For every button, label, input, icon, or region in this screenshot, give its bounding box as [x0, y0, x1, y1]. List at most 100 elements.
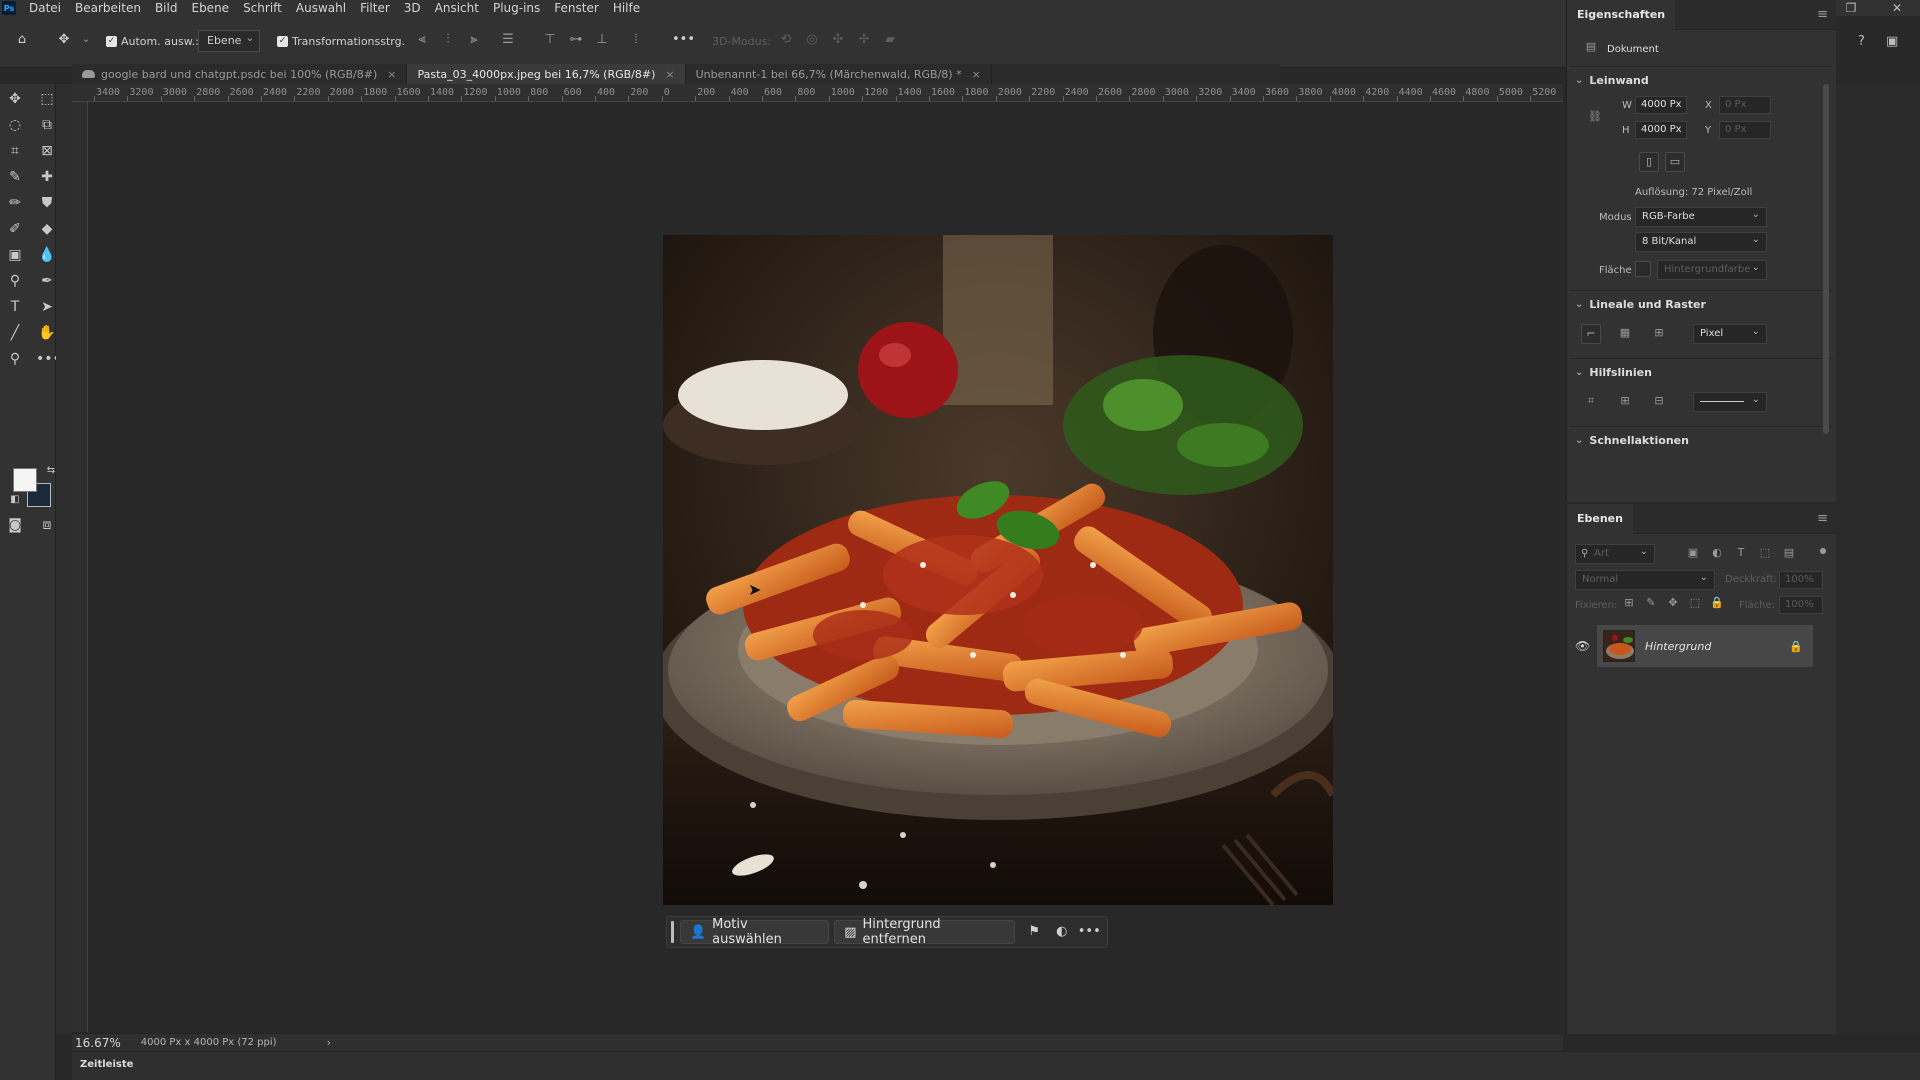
- line-tool-icon[interactable]: ╱: [4, 322, 26, 344]
- grid-icon[interactable]: ▦: [1615, 324, 1635, 344]
- gradient-tool-icon[interactable]: ▣: [4, 244, 26, 266]
- pin-icon[interactable]: ⚑: [1020, 920, 1048, 944]
- auto-select-dropdown[interactable]: Ebene: [198, 28, 261, 52]
- height-field[interactable]: 4000 Px: [1635, 121, 1687, 139]
- home-icon[interactable]: ⌂: [14, 32, 30, 48]
- menu-bearbeiten[interactable]: Bearbeiten: [68, 0, 148, 16]
- ruler-unit-dropdown[interactable]: Pixel: [1693, 323, 1767, 344]
- menu-schrift[interactable]: Schrift: [236, 0, 289, 16]
- link-icon[interactable]: ⛓: [1585, 108, 1605, 128]
- canvas-section-header[interactable]: ⌄ Leinwand: [1575, 74, 1649, 87]
- pixel-grid-icon[interactable]: ⊞: [1649, 324, 1669, 344]
- menu-bild[interactable]: Bild: [148, 0, 185, 16]
- pen-tool-icon[interactable]: ✒: [36, 270, 58, 292]
- distribute-icon[interactable]: ☰: [500, 32, 516, 48]
- close-tab-icon[interactable]: ×: [972, 68, 981, 81]
- panel-menu-icon[interactable]: ≡: [1817, 7, 1828, 22]
- new-guide-icon[interactable]: ⊞: [1615, 392, 1635, 412]
- clone-stamp-tool-icon[interactable]: ⛊: [36, 192, 58, 214]
- eyedropper-tool-icon[interactable]: ✎: [4, 166, 26, 188]
- lock-position-icon[interactable]: ✥: [1663, 594, 1683, 614]
- align-center-h-icon[interactable]: ⫶: [440, 32, 456, 48]
- brush-tool-icon[interactable]: ✏: [4, 192, 26, 214]
- layer-filter-search[interactable]: ⚲ Art: [1575, 543, 1655, 564]
- tab-layers[interactable]: Ebenen: [1567, 503, 1633, 534]
- align-left-icon[interactable]: ⫷: [414, 32, 430, 48]
- zoom-tool-icon[interactable]: ⚲: [4, 348, 26, 370]
- menu-ansicht[interactable]: Ansicht: [428, 0, 486, 16]
- move-tool-preset-icon[interactable]: ✥: [56, 32, 72, 48]
- filter-pixel-icon[interactable]: ▣: [1683, 544, 1703, 564]
- transform-controls-checkbox[interactable]: ✓ Transformationsstrg.: [277, 30, 405, 52]
- menu-fenster[interactable]: Fenster: [547, 0, 606, 16]
- menu-datei[interactable]: Datei: [22, 0, 68, 16]
- color-mode-dropdown[interactable]: RGB-Farbe: [1635, 206, 1767, 227]
- healing-brush-tool-icon[interactable]: ✚: [36, 166, 58, 188]
- blend-mode-dropdown[interactable]: Normal: [1575, 569, 1715, 590]
- width-field[interactable]: 4000 Px: [1635, 96, 1687, 114]
- align-right-icon[interactable]: ⫸: [466, 32, 482, 48]
- x-field[interactable]: 0 Px: [1719, 96, 1771, 114]
- frame-tool-icon[interactable]: ⊠: [36, 140, 58, 162]
- filter-shape-icon[interactable]: ⬚: [1755, 544, 1775, 564]
- layer-row-hintergrund[interactable]: Hintergrund 🔒: [1597, 625, 1813, 667]
- more-tools-icon[interactable]: •••: [36, 348, 61, 370]
- guide-layout-icon[interactable]: ⊟: [1649, 392, 1669, 412]
- close-window-icon[interactable]: ✕: [1874, 0, 1920, 16]
- help-icon[interactable]: ?: [1858, 34, 1874, 50]
- portrait-orientation-icon[interactable]: ▯: [1639, 152, 1659, 172]
- menu-3d[interactable]: 3D: [397, 0, 428, 16]
- filter-smart-object-icon[interactable]: ▤: [1779, 544, 1799, 564]
- close-tab-icon[interactable]: ×: [665, 68, 674, 81]
- lock-image-icon[interactable]: ✎: [1641, 594, 1661, 614]
- lock-transparent-icon[interactable]: ⊞: [1619, 594, 1639, 614]
- close-tab-icon[interactable]: ×: [387, 68, 396, 81]
- y-field[interactable]: 0 Px: [1719, 121, 1771, 139]
- screen-mode-icon[interactable]: ⧈: [36, 514, 58, 536]
- status-info-arrow[interactable]: ›: [327, 1036, 331, 1049]
- menu-hilfe[interactable]: Hilfe: [606, 0, 647, 16]
- 3d-slide-icon[interactable]: ✢: [856, 32, 872, 48]
- tab-unbenannt[interactable]: Unbenannt-1 bei 66,7% (Märchenwald, RGB/…: [686, 64, 992, 84]
- marquee-tool-icon[interactable]: ⬚: [36, 88, 58, 110]
- workspace-icon[interactable]: ▣: [1886, 34, 1902, 50]
- more-icon[interactable]: •••: [1076, 920, 1104, 944]
- zoom-level[interactable]: 16.67%: [75, 1036, 121, 1050]
- ruler-toggle-icon[interactable]: ⌐: [1581, 324, 1601, 344]
- menu-plugins[interactable]: Plug-ins: [486, 0, 547, 16]
- guides-icon[interactable]: ⌗: [1581, 392, 1601, 412]
- rulers-grid-section-header[interactable]: ⌄ Lineale und Raster: [1575, 298, 1706, 311]
- tab-properties[interactable]: Eigenschaften: [1567, 0, 1676, 30]
- default-colors-icon[interactable]: ◧: [4, 489, 26, 511]
- type-tool-icon[interactable]: T: [4, 296, 26, 318]
- eraser-tool-icon[interactable]: ◆: [36, 218, 58, 240]
- tab-pasta[interactable]: Pasta_03_4000px.jpeg bei 16,7% (RGB/8#) …: [407, 64, 686, 84]
- lock-artboard-icon[interactable]: ⬚: [1685, 594, 1705, 614]
- path-selection-tool-icon[interactable]: ➤: [36, 296, 58, 318]
- fill-color-swatch[interactable]: [1635, 261, 1651, 277]
- align-top-icon[interactable]: ⊤: [542, 32, 558, 48]
- move-tool-icon[interactable]: ✥: [4, 88, 26, 110]
- landscape-orientation-icon[interactable]: ▭: [1665, 152, 1685, 172]
- menu-ebene[interactable]: Ebene: [184, 0, 236, 16]
- ruler-horizontal[interactable]: 3400 3200 3000 2800 2600 2400 2200 2000 1800 1600…: [72, 84, 1563, 102]
- crop-tool-icon[interactable]: ⌗: [4, 140, 26, 162]
- quick-mask-icon[interactable]: ◙: [4, 514, 26, 536]
- 3d-pan-icon[interactable]: ✣: [830, 32, 846, 48]
- object-selection-tool-icon[interactable]: ⧉: [36, 114, 58, 136]
- tab-google-bard[interactable]: google bard und chatgpt.psdc bei 100% (R…: [72, 64, 408, 84]
- fill-field[interactable]: 100%: [1779, 596, 1823, 614]
- auto-select-checkbox[interactable]: ✓ Autom. ausw.:: [106, 30, 199, 52]
- panel-menu-icon[interactable]: ≡: [1817, 511, 1828, 526]
- photoshop-logo-icon[interactable]: Ps: [2, 1, 16, 15]
- properties-scrollbar[interactable]: [1823, 84, 1829, 434]
- 3d-scale-icon[interactable]: ▰: [882, 32, 898, 48]
- guide-style-dropdown[interactable]: [1693, 391, 1767, 412]
- menu-filter[interactable]: Filter: [353, 0, 397, 16]
- dodge-tool-icon[interactable]: ⚲: [4, 270, 26, 292]
- filter-adjustment-icon[interactable]: ◐: [1707, 544, 1727, 564]
- quick-actions-section-header[interactable]: ⌄ Schnellaktionen: [1575, 434, 1689, 447]
- bit-depth-dropdown[interactable]: 8 Bit/Kanal: [1635, 231, 1767, 252]
- blur-tool-icon[interactable]: 💧: [36, 244, 58, 266]
- lasso-tool-icon[interactable]: ◌: [4, 114, 26, 136]
